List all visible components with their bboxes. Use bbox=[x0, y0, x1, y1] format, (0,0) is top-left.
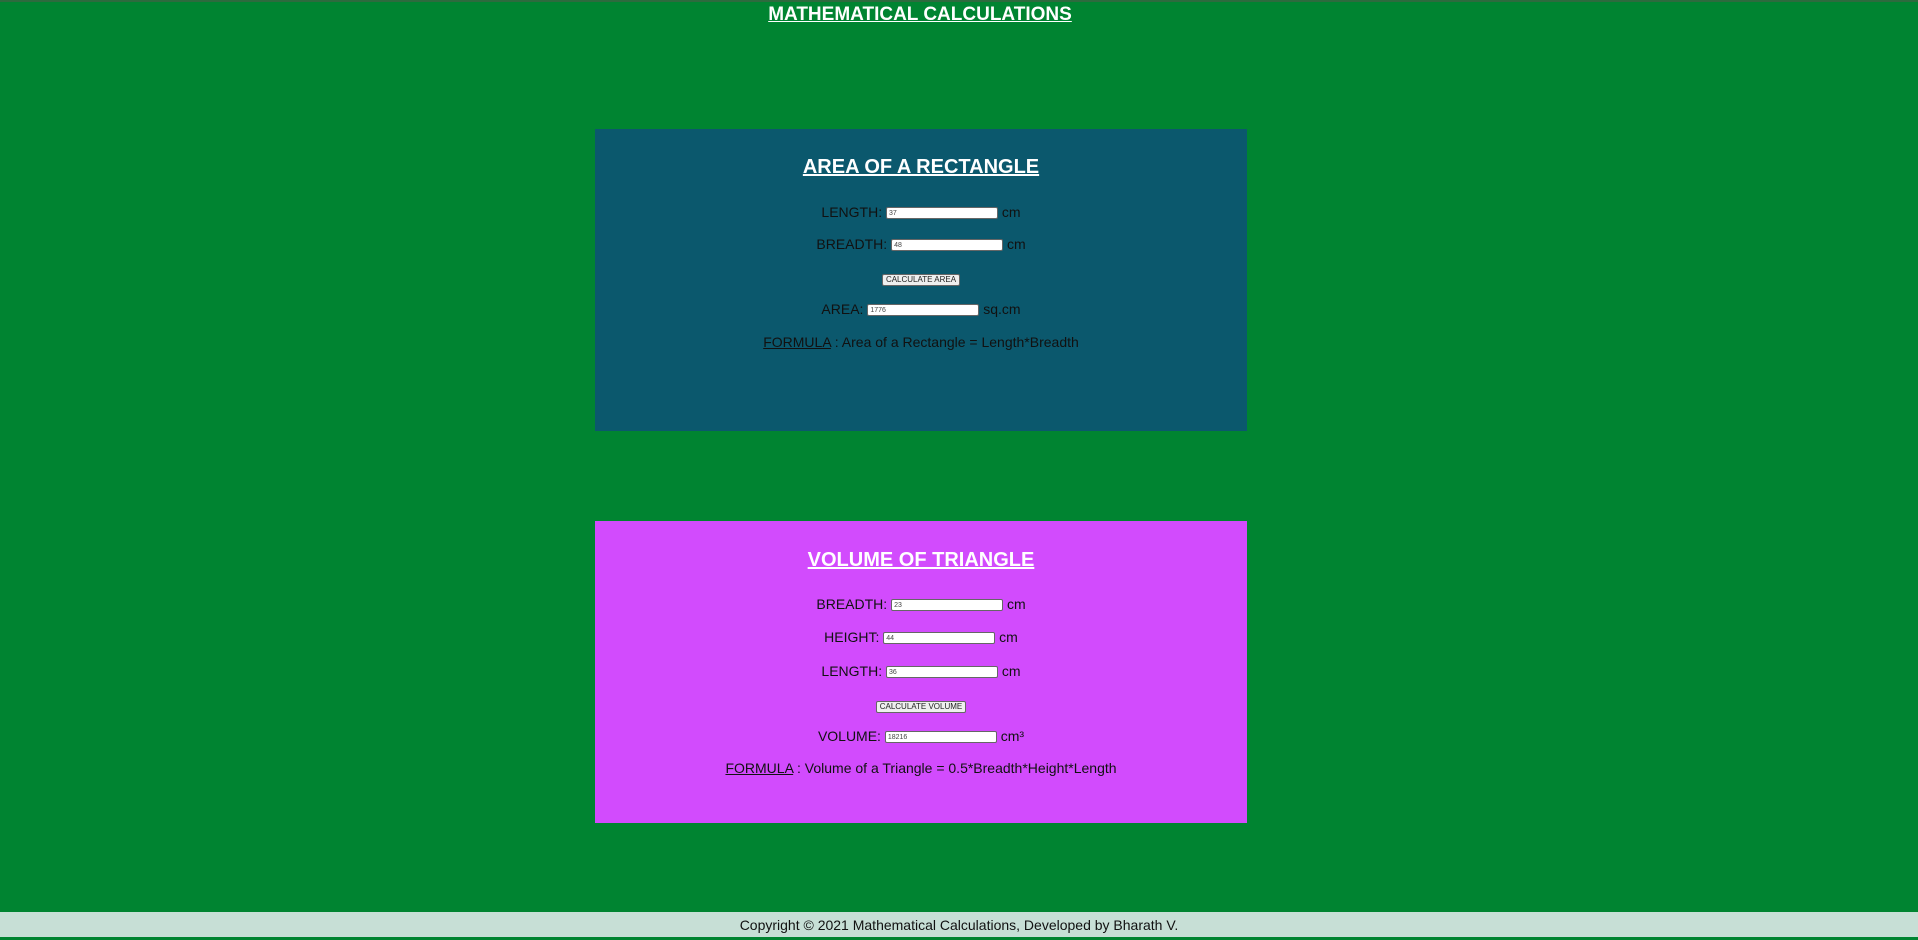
length-label: LENGTH: bbox=[821, 663, 883, 679]
breadth-label: BREADTH: bbox=[816, 596, 888, 612]
breadth-unit: cm bbox=[1006, 236, 1026, 252]
height-label: HEIGHT: bbox=[824, 629, 880, 645]
volume-output[interactable] bbox=[884, 731, 997, 744]
rectangle-area-card: AREA OF A RECTANGLE LENGTH: cm BREADTH: … bbox=[595, 129, 1247, 431]
volume-label: VOLUME: bbox=[817, 728, 881, 744]
page-title: MATHEMATICAL CALCULATIONS bbox=[768, 4, 1072, 25]
rectangle-breadth-input[interactable] bbox=[891, 239, 1004, 252]
top-border bbox=[0, 0, 1918, 2]
rectangle-formula-row: FORMULA : Area of a Rectangle = Length*B… bbox=[595, 333, 1247, 351]
length-unit: cm bbox=[1001, 663, 1021, 679]
rectangle-button-row: CALCULATE AREA bbox=[595, 268, 1247, 286]
volume-formula-label: FORMULA bbox=[725, 760, 794, 776]
calculate-volume-button[interactable]: CALCULATE VOLUME bbox=[875, 701, 967, 713]
rectangle-length-row: LENGTH: cm bbox=[595, 203, 1247, 221]
volume-breadth-row: BREADTH: cm bbox=[595, 595, 1247, 613]
area-unit: sq.cm bbox=[983, 301, 1021, 317]
volume-formula-text: : Volume of a Triangle = 0.5*Breadth*Hei… bbox=[793, 760, 1117, 776]
volume-formula-row: FORMULA : Volume of a Triangle = 0.5*Bre… bbox=[595, 759, 1247, 777]
copyright-text: Copyright © 2021 Mathematical Calculatio… bbox=[739, 917, 1179, 933]
breadth-unit: cm bbox=[1006, 596, 1026, 612]
area-label: AREA: bbox=[821, 301, 864, 317]
volume-result-row: VOLUME: cm³ bbox=[595, 727, 1247, 745]
length-label: LENGTH: bbox=[821, 204, 883, 220]
rectangle-heading: AREA OF A RECTANGLE bbox=[802, 156, 1040, 178]
volume-breadth-input[interactable] bbox=[891, 599, 1004, 612]
calculate-area-button[interactable]: CALCULATE AREA bbox=[881, 274, 961, 286]
footer: Copyright © 2021 Mathematical Calculatio… bbox=[0, 912, 1918, 937]
rectangle-length-input[interactable] bbox=[886, 207, 998, 220]
volume-heading: VOLUME OF TRIANGLE bbox=[807, 549, 1035, 571]
breadth-label: BREADTH: bbox=[816, 236, 888, 252]
rectangle-breadth-row: BREADTH: cm bbox=[595, 235, 1247, 253]
length-unit: cm bbox=[1001, 204, 1021, 220]
volume-length-input[interactable] bbox=[886, 666, 998, 679]
volume-height-input[interactable] bbox=[883, 632, 996, 645]
rectangle-formula-text: : Area of a Rectangle = Length*Breadth bbox=[830, 334, 1079, 350]
rectangle-area-output[interactable] bbox=[867, 304, 980, 317]
height-unit: cm bbox=[999, 629, 1018, 645]
rectangle-area-row: AREA: sq.cm bbox=[595, 300, 1247, 318]
volume-length-row: LENGTH: cm bbox=[595, 662, 1247, 680]
triangle-volume-card: VOLUME OF TRIANGLE BREADTH: cm HEIGHT: c… bbox=[595, 521, 1247, 823]
volume-unit: cm³ bbox=[1000, 728, 1025, 744]
volume-height-row: HEIGHT: cm bbox=[595, 628, 1247, 646]
rectangle-formula-label: FORMULA bbox=[763, 334, 831, 350]
volume-button-row: CALCULATE VOLUME bbox=[595, 695, 1247, 713]
